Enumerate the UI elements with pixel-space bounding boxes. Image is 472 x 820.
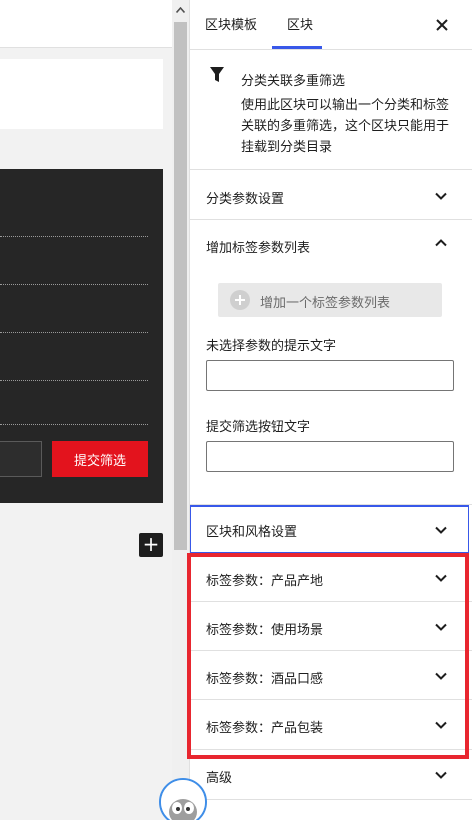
panel-title: 分类参数设置 [206,192,285,207]
chat-avatar-icon[interactable] [159,778,207,820]
panel-title: 标签参数：产品包装 [206,721,324,736]
editor-text-block[interactable] [0,59,163,129]
editor-canvas: 提交筛选 + [0,0,172,820]
active-tab-indicator [272,46,322,49]
sidebar-tabs: 区块模板 区块 [190,0,472,50]
chevron-down-icon [435,672,447,680]
block-title: 分类关联多重筛选 [241,74,346,89]
submit-text-input[interactable] [206,441,454,472]
unselected-hint-label: 未选择参数的提示文字 [206,339,337,354]
filter-divider [0,284,148,285]
scrollbar-thumb[interactable] [174,22,187,550]
submit-filter-button[interactable]: 提交筛选 [52,441,148,477]
chevron-down-icon [435,574,447,582]
chevron-up-icon[interactable] [434,238,448,248]
panel-title: 高级 [206,771,233,786]
filter-block-preview[interactable]: 提交筛选 [0,169,163,503]
filter-divider [0,424,148,425]
scroll-up-arrow-icon[interactable] [172,0,189,20]
tab-block[interactable]: 区块 [287,0,313,50]
submit-text-label: 提交筛选按钮文字 [206,420,311,435]
add-tag-list-label: 增加一个标签参数列表 [260,296,391,311]
plus-icon [230,290,250,310]
panel-title: 标签参数：产品产地 [206,574,324,589]
block-info-card: 分类关联多重筛选 使用此区块可以输出一个分类和标签关联的多重筛选，这个区块只能用… [190,50,472,170]
panel-advanced[interactable]: 高级 [190,750,472,800]
chevron-down-icon [435,623,447,631]
add-block-button[interactable]: + [139,533,163,557]
block-description: 使用此区块可以输出一个分类和标签关联的多重筛选，这个区块只能用于挂载到分类目录 [241,98,450,155]
editor-scrollbar[interactable] [172,0,189,820]
filter-select-preview[interactable] [0,441,42,477]
panel-tag-origin[interactable]: 标签参数：产品产地 [190,553,472,602]
filter-divider [0,332,148,333]
unselected-hint-input[interactable] [206,360,454,391]
panel-tag-scenario[interactable]: 标签参数：使用场景 [190,602,472,651]
filter-divider [0,236,148,237]
settings-sidebar: 区块模板 区块 分类关联多重筛选 使用此区块可以输出一个分类和标签关联的多重筛选… [189,0,472,820]
chevron-down-icon [435,721,447,729]
chevron-down-icon [435,192,447,200]
add-tag-list-button[interactable]: 增加一个标签参数列表 [218,283,442,317]
filter-icon [210,67,224,82]
filter-divider [0,380,148,381]
panel-tag-packaging[interactable]: 标签参数：产品包装 [190,700,472,750]
editor-top-bar [0,0,172,48]
panel-block-style[interactable]: 区块和风格设置 [190,505,469,553]
panel-title: 区块和风格设置 [206,525,298,540]
chevron-down-icon [435,526,447,534]
close-icon[interactable] [432,15,452,35]
chevron-down-icon [435,771,447,779]
panel-title: 标签参数：使用场景 [206,623,324,638]
panel-category-params[interactable]: 分类参数设置 [190,171,472,220]
panel-title[interactable]: 增加标签参数列表 [206,237,310,256]
panel-title: 标签参数：酒品口感 [206,672,324,687]
panel-tag-taste[interactable]: 标签参数：酒品口感 [190,651,472,700]
tab-block-templates[interactable]: 区块模板 [205,0,257,50]
